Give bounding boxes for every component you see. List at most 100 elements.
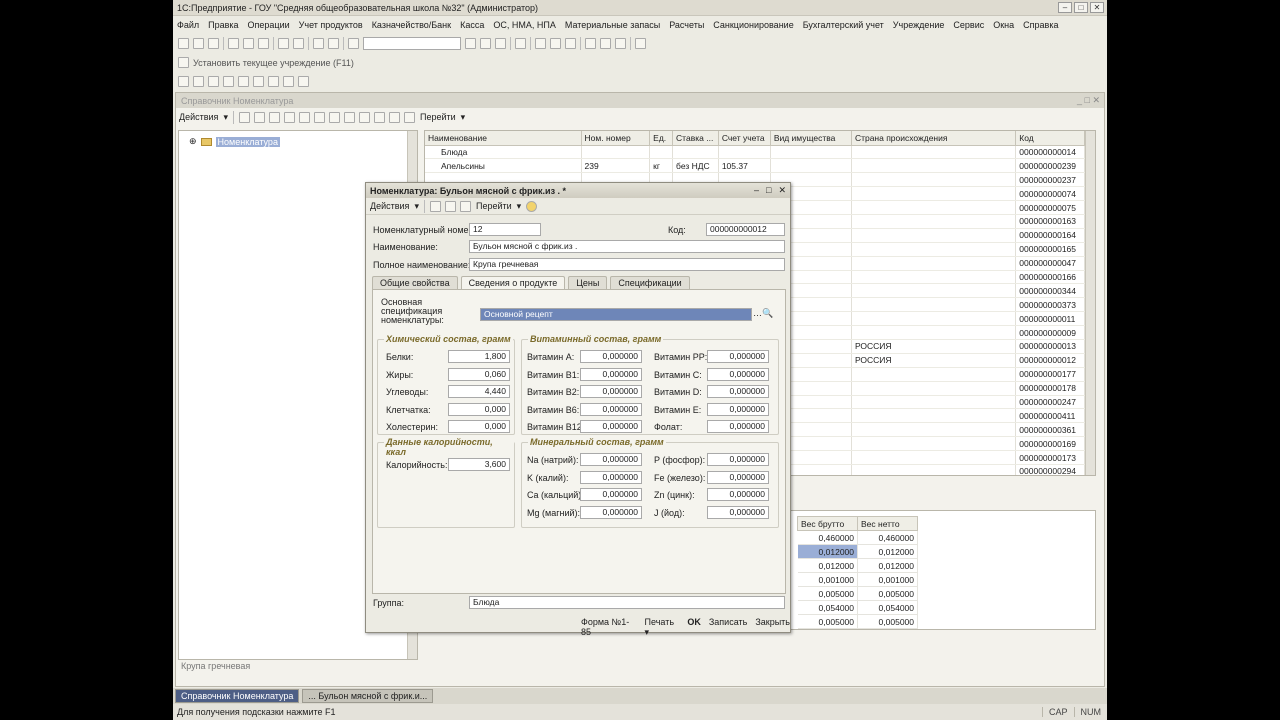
menu-item[interactable]: Казначейство/Банк bbox=[372, 20, 451, 30]
calc-icon[interactable] bbox=[480, 38, 491, 49]
maximize-icon[interactable]: □ bbox=[1074, 2, 1088, 13]
spec-column-header[interactable]: Вес нетто bbox=[857, 516, 918, 531]
menu-item[interactable]: Касса bbox=[460, 20, 484, 30]
dialog-close-icon[interactable]: ✕ bbox=[778, 185, 786, 196]
ok-button[interactable]: OK bbox=[687, 617, 701, 638]
mineral-field[interactable]: 0,000000 bbox=[580, 470, 642, 484]
clear-filter-icon[interactable] bbox=[373, 111, 385, 123]
chem-field[interactable]: 0,000 bbox=[448, 402, 510, 416]
menu-item[interactable]: Операции bbox=[248, 20, 290, 30]
save-icon[interactable] bbox=[208, 38, 219, 49]
taskbar-button[interactable]: ... Бульон мясной с фрик.и... bbox=[302, 689, 434, 703]
text-icon[interactable] bbox=[565, 38, 576, 49]
dialog-go-menu[interactable]: Перейти bbox=[476, 201, 512, 211]
mineral-field[interactable]: 0,000000 bbox=[707, 488, 769, 501]
hierarchy-icon[interactable] bbox=[313, 111, 325, 123]
print-button[interactable]: Печать bbox=[645, 617, 674, 627]
go-menu[interactable]: Перейти bbox=[420, 112, 456, 122]
column-header[interactable]: Код bbox=[1015, 131, 1085, 146]
tab-button[interactable]: Общие свойства bbox=[372, 276, 458, 289]
vitamin-field[interactable]: 0,000000 bbox=[580, 420, 642, 433]
save-close-icon[interactable] bbox=[429, 200, 441, 212]
catalog-icon-5[interactable] bbox=[238, 76, 249, 87]
paste-icon[interactable] bbox=[258, 38, 269, 49]
copy-doc-icon[interactable] bbox=[459, 200, 471, 212]
tab-button[interactable]: Спецификации bbox=[610, 276, 690, 289]
cut-icon[interactable] bbox=[228, 38, 239, 49]
vitamin-field[interactable]: 0,000000 bbox=[707, 350, 769, 363]
vitamin-field[interactable]: 0,000000 bbox=[580, 350, 642, 363]
filter-icon[interactable] bbox=[343, 111, 355, 123]
copy-icon[interactable] bbox=[243, 38, 254, 49]
group-field[interactable]: Блюда bbox=[469, 596, 785, 609]
search-icon[interactable] bbox=[348, 38, 359, 49]
mineral-field[interactable]: 0,000000 bbox=[580, 488, 642, 501]
column-header[interactable]: Наименование bbox=[425, 131, 582, 146]
chem-field[interactable]: 1,800 bbox=[448, 350, 510, 363]
close-button[interactable]: Закрыть bbox=[755, 617, 790, 638]
close-icon[interactable]: ✕ bbox=[1090, 2, 1104, 13]
mineral-field[interactable]: 0,000000 bbox=[580, 453, 642, 466]
vitamin-field[interactable]: 0,000000 bbox=[707, 385, 769, 398]
search-input[interactable] bbox=[363, 37, 461, 50]
spec-row[interactable]: 0,012000 0,012000 bbox=[797, 558, 918, 573]
calendar-icon[interactable] bbox=[495, 38, 506, 49]
vitamin-field[interactable]: 0,000000 bbox=[707, 402, 769, 416]
preview-icon[interactable] bbox=[293, 38, 304, 49]
column-header[interactable]: Счет учета bbox=[718, 131, 771, 146]
menu-item[interactable]: Материальные запасы bbox=[565, 20, 660, 30]
spec-column-header[interactable]: Вес брутто bbox=[797, 516, 858, 531]
column-header[interactable]: Ном. номер bbox=[581, 131, 651, 146]
mineral-field[interactable]: 0,000000 bbox=[707, 505, 769, 519]
dialog-maximize-icon[interactable]: □ bbox=[766, 185, 771, 196]
tree-node-label[interactable]: Номенклатура bbox=[215, 136, 280, 147]
menu-item[interactable]: Сервис bbox=[953, 20, 984, 30]
table-icon[interactable] bbox=[535, 38, 546, 49]
spec-row[interactable]: 0,054000 0,054000 bbox=[797, 600, 918, 615]
column-header[interactable]: Ед. bbox=[649, 131, 674, 146]
filter-value-icon[interactable] bbox=[358, 111, 370, 123]
menu-item[interactable]: Учет продуктов bbox=[299, 20, 363, 30]
mineral-field[interactable]: 0,000000 bbox=[580, 505, 642, 519]
spec-row[interactable]: 0,005000 0,005000 bbox=[797, 614, 918, 629]
vitamin-field[interactable]: 0,000000 bbox=[707, 367, 769, 381]
vitamin-field[interactable]: 0,000000 bbox=[580, 402, 642, 416]
find-icon[interactable] bbox=[465, 38, 476, 49]
spec-field[interactable]: Основной рецепт bbox=[480, 308, 752, 321]
level-up-icon[interactable] bbox=[328, 111, 340, 123]
name-field[interactable]: Бульон мясной с фрик.из . bbox=[469, 240, 785, 253]
table-row[interactable]: Апельсины 239 кг без НДС 105.37 000000000239 bbox=[425, 158, 1085, 174]
expand-icon[interactable]: ⊕ bbox=[189, 136, 197, 147]
menu-item[interactable]: Окна bbox=[993, 20, 1014, 30]
catalog-icon-7[interactable] bbox=[268, 76, 279, 87]
tab-button[interactable]: Цены bbox=[568, 276, 608, 289]
table-row[interactable]: Блюда 000000000014 bbox=[425, 145, 1085, 160]
copy-item-icon[interactable] bbox=[268, 111, 280, 123]
mineral-field[interactable]: 0,000000 bbox=[707, 453, 769, 466]
menu-item[interactable]: Расчеты bbox=[669, 20, 704, 30]
column-header[interactable]: Ставка ... bbox=[672, 131, 719, 146]
spec-row[interactable]: 0,012000 0,012000 bbox=[797, 544, 918, 559]
vitamin-field[interactable]: 0,000000 bbox=[580, 385, 642, 398]
spec-row[interactable]: 0,005000 0,005000 bbox=[797, 586, 918, 601]
taskbar-button[interactable]: Справочник Номенклатура bbox=[175, 689, 300, 703]
refresh-icon[interactable] bbox=[403, 111, 415, 123]
column-header[interactable]: Страна происхождения bbox=[851, 131, 1017, 146]
menu-item[interactable]: Бухгалтерский учет bbox=[803, 20, 884, 30]
menu-item[interactable]: Учреждение bbox=[893, 20, 945, 30]
doc-icon[interactable] bbox=[550, 38, 561, 49]
nom-number-field[interactable]: 12 bbox=[469, 223, 541, 236]
vitamin-field[interactable]: 0,000000 bbox=[707, 420, 769, 433]
dialog-help-icon[interactable] bbox=[526, 200, 538, 212]
menu-item[interactable]: ОС, НМА, НПА bbox=[493, 20, 555, 30]
spec-row[interactable]: 0,001000 0,001000 bbox=[797, 572, 918, 587]
items-table-scrollbar[interactable] bbox=[1085, 131, 1095, 475]
save-button[interactable]: Записать bbox=[709, 617, 747, 638]
calorie-field[interactable]: 3,600 bbox=[448, 458, 510, 471]
catalog-icon-9[interactable] bbox=[298, 76, 309, 87]
menu-item[interactable]: Санкционирование bbox=[713, 20, 793, 30]
print-icon[interactable] bbox=[278, 38, 289, 49]
undo-icon[interactable] bbox=[313, 38, 324, 49]
mem-m-icon[interactable] bbox=[585, 38, 596, 49]
form-print-button[interactable]: Форма №1-85 bbox=[581, 617, 637, 638]
